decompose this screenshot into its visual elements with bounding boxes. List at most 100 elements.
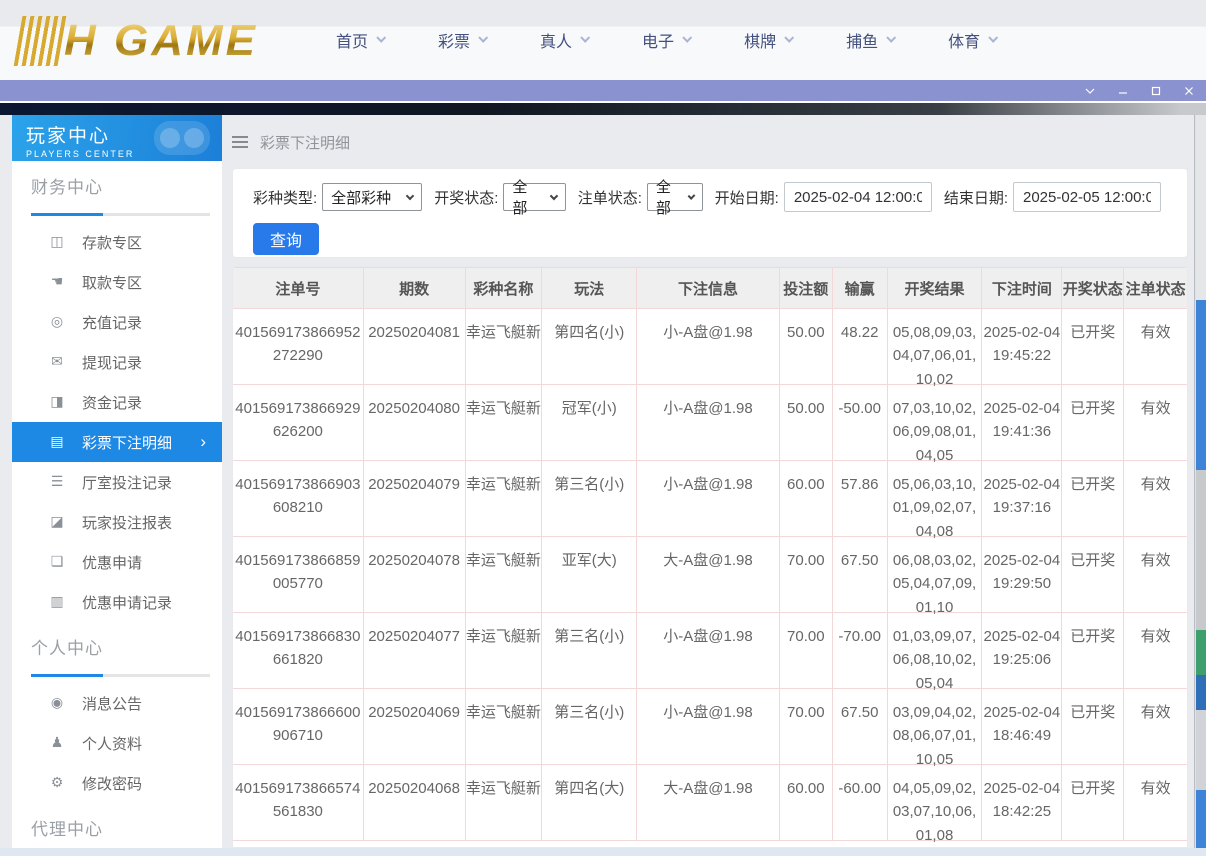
nav-board-games[interactable]: 棋牌 bbox=[744, 28, 792, 52]
window-titlebar bbox=[0, 80, 1206, 101]
main-nav: 首页 彩票 真人 电子 棋牌 bbox=[336, 0, 996, 80]
sidebar-item-label: 优惠申请 bbox=[82, 552, 142, 573]
menu-toggle-icon[interactable] bbox=[232, 136, 248, 148]
nav-live[interactable]: 真人 bbox=[540, 28, 588, 52]
cell-period: 20250204069 bbox=[364, 689, 466, 764]
cell-win-loss: -50.00 bbox=[833, 385, 888, 460]
list-check-icon: ▥ bbox=[48, 594, 66, 610]
moneybag-icon: ◎ bbox=[48, 314, 66, 330]
sidebar-item-lottery-bet-details[interactable]: ▤ 彩票下注明细 bbox=[12, 422, 222, 462]
chevron-down-icon bbox=[478, 33, 488, 43]
cell-play: 第三名(小) bbox=[542, 689, 637, 764]
cell-lottery: 幸运飞艇新 bbox=[466, 765, 543, 840]
cell-amount: 70.00 bbox=[780, 613, 833, 688]
column-header-order-status: 注单状态 bbox=[1124, 268, 1187, 308]
nav-home[interactable]: 首页 bbox=[336, 28, 384, 52]
cell-win-loss: 67.50 bbox=[833, 537, 888, 612]
order-status-label: 注单状态: bbox=[578, 187, 642, 208]
column-header-lottery: 彩种名称 bbox=[466, 268, 543, 308]
sidebar-item-funds-records[interactable]: ◨ 资金记录 bbox=[20, 382, 212, 422]
cell-bet-time: 2025-02-04 19:25:06 bbox=[982, 613, 1062, 688]
chevron-down-icon bbox=[406, 192, 414, 200]
cell-win-loss: 67.50 bbox=[833, 689, 888, 764]
desktop-background-strip bbox=[1194, 115, 1206, 856]
column-header-win-loss: 输赢 bbox=[833, 268, 888, 308]
chevron-down-icon bbox=[682, 33, 692, 43]
table-row: 401569173866859005770 20250204078 幸运飞艇新 … bbox=[233, 537, 1187, 613]
cell-play: 冠军(小) bbox=[542, 385, 637, 460]
window-close-button[interactable] bbox=[1182, 84, 1196, 98]
cell-bet-id: 401569173866952272290 bbox=[233, 309, 364, 384]
order-status-select[interactable]: 全部 bbox=[647, 183, 703, 211]
nav-lottery[interactable]: 彩票 bbox=[438, 28, 486, 52]
cell-amount: 50.00 bbox=[780, 309, 833, 384]
sidebar-item-label: 取款专区 bbox=[82, 272, 142, 293]
cell-play: 亚军(大) bbox=[542, 537, 637, 612]
cell-bet-time: 2025-02-04 18:42:25 bbox=[982, 765, 1062, 840]
sidebar-item-promo-application[interactable]: ❏ 优惠申请 bbox=[20, 542, 212, 582]
document-icon: ▤ bbox=[48, 434, 66, 450]
end-date-input[interactable] bbox=[1013, 182, 1161, 212]
cell-bet-id: 401569173866574561830 bbox=[233, 765, 364, 840]
draw-status-label: 开奖状态: bbox=[434, 187, 498, 208]
sidebar-item-withdrawal-records[interactable]: ✉ 提现记录 bbox=[20, 342, 212, 382]
cell-result: 04,05,09,02,03,07,10,06,01,08 bbox=[888, 765, 983, 840]
person-icon: ♟ bbox=[48, 735, 66, 751]
cell-bet-id: 401569173866600906710 bbox=[233, 689, 364, 764]
start-date-input[interactable] bbox=[784, 182, 932, 212]
nav-fishing[interactable]: 捕鱼 bbox=[846, 28, 894, 52]
cell-order-status: 有效 bbox=[1124, 537, 1187, 612]
search-button[interactable]: 查询 bbox=[253, 223, 319, 255]
chevron-down-icon bbox=[687, 192, 695, 200]
cell-lottery: 幸运飞艇新 bbox=[466, 461, 543, 536]
table-row: 401569173866600906710 20250204069 幸运飞艇新 … bbox=[233, 689, 1187, 765]
cell-play: 第三名(小) bbox=[542, 613, 637, 688]
sidebar-item-hall-bet-records[interactable]: ☰ 厅室投注记录 bbox=[20, 462, 212, 502]
cell-lottery: 幸运飞艇新 bbox=[466, 385, 543, 460]
cell-bet-id: 401569173866929626200 bbox=[233, 385, 364, 460]
cell-bet-info: 小-A盘@1.98 bbox=[637, 309, 780, 384]
sidebar-item-deposit-zone[interactable]: ◫ 存款专区 bbox=[20, 222, 212, 262]
gear-icon: ⚙ bbox=[48, 775, 66, 791]
cell-play: 第四名(小) bbox=[542, 309, 637, 384]
window-dropdown-button[interactable] bbox=[1083, 84, 1097, 98]
chevron-down-icon bbox=[550, 192, 558, 200]
column-header-play: 玩法 bbox=[542, 268, 637, 308]
cell-period: 20250204080 bbox=[364, 385, 466, 460]
column-header-draw-status: 开奖状态 bbox=[1062, 268, 1124, 308]
column-header-period: 期数 bbox=[364, 268, 466, 308]
section-divider bbox=[31, 674, 210, 677]
sidebar-item-announcements[interactable]: ◉ 消息公告 bbox=[20, 683, 212, 723]
cell-order-status: 有效 bbox=[1124, 689, 1187, 764]
cell-draw-status: 已开奖 bbox=[1062, 537, 1124, 612]
gamepad-icon bbox=[154, 121, 210, 155]
chevron-down-icon bbox=[886, 33, 896, 43]
cell-amount: 70.00 bbox=[780, 689, 833, 764]
sidebar-item-label: 玩家投注报表 bbox=[82, 512, 172, 533]
window-minimize-button[interactable] bbox=[1116, 84, 1130, 98]
cell-result: 07,03,10,02,06,09,08,01,04,05 bbox=[888, 385, 983, 460]
cell-bet-time: 2025-02-04 19:41:36 bbox=[982, 385, 1062, 460]
window-maximize-button[interactable] bbox=[1149, 84, 1163, 98]
end-date-label: 结束日期: bbox=[944, 187, 1008, 208]
nav-electronic[interactable]: 电子 bbox=[642, 28, 690, 52]
sidebar-item-label: 提现记录 bbox=[82, 352, 142, 373]
sidebar-item-change-password[interactable]: ⚙ 修改密码 bbox=[20, 763, 212, 803]
sidebar-item-player-bet-report[interactable]: ◪ 玩家投注报表 bbox=[20, 502, 212, 542]
sidebar-item-profile[interactable]: ♟ 个人资料 bbox=[20, 723, 212, 763]
brand-logo: H GAME bbox=[18, 16, 258, 66]
sidebar-item-withdraw-zone[interactable]: ☚ 取款专区 bbox=[20, 262, 212, 302]
nav-sports[interactable]: 体育 bbox=[948, 28, 996, 52]
sidebar-item-recharge-records[interactable]: ◎ 充值记录 bbox=[20, 302, 212, 342]
deposit-icon: ◫ bbox=[48, 234, 66, 250]
withdraw-hand-icon: ☚ bbox=[48, 274, 66, 290]
draw-status-select[interactable]: 全部 bbox=[503, 183, 565, 211]
cell-bet-id: 401569173866903608210 bbox=[233, 461, 364, 536]
lottery-type-select[interactable]: 全部彩种 bbox=[322, 183, 422, 211]
cell-win-loss: 57.86 bbox=[833, 461, 888, 536]
start-date-label: 开始日期: bbox=[715, 187, 779, 208]
agent-section: 代理中心 ❐ 代理规则说明 bbox=[12, 803, 222, 848]
coins-icon: ◨ bbox=[48, 394, 66, 410]
sidebar-item-promo-application-records[interactable]: ▥ 优惠申请记录 bbox=[20, 582, 212, 622]
cell-draw-status: 已开奖 bbox=[1062, 765, 1124, 840]
